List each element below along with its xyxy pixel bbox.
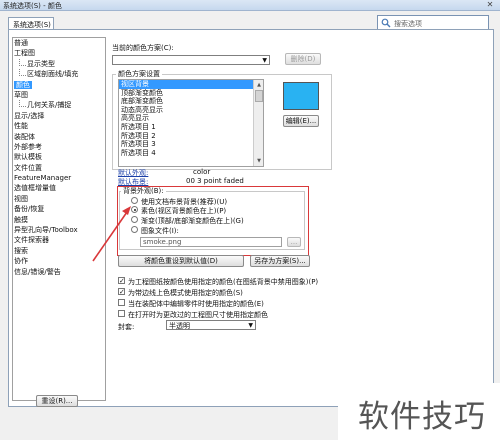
checkbox-changed-dimensions-label: 在打开时为更改过的工程图尺寸使用指定颜色 <box>128 311 268 319</box>
checkbox-changed-dimensions[interactable] <box>118 310 125 317</box>
checkbox-drawing-colors-label: 为工程图纸按颜色使用指定的颜色(在图纸背景中禁用图象)(P) <box>128 278 319 286</box>
chevron-down-icon: ▼ <box>248 322 253 329</box>
watermark: 软件技巧 <box>338 383 500 440</box>
annotation-arrow <box>92 206 131 262</box>
checkbox-assembly-edit[interactable] <box>118 299 125 306</box>
reset-button[interactable]: 重设(R)... <box>36 395 78 407</box>
envelope-select[interactable]: 半透明 ▼ <box>166 320 256 330</box>
checkbox-assembly-edit-label: 当在装配体中编辑零件时使用指定的颜色(E) <box>128 300 264 308</box>
watermark-text: 软件技巧 <box>358 399 486 435</box>
envelope-label: 封套: <box>118 323 135 331</box>
envelope-value: 半透明 <box>169 322 190 330</box>
reset-colors-button[interactable]: 将颜色重设到默认值(D) <box>118 255 244 267</box>
checkbox-shaded-edges-label: 为带边线上色模式使用指定的颜色(S) <box>128 289 243 297</box>
save-scheme-button[interactable]: 另存为方案(S)... <box>250 255 310 267</box>
checkbox-drawing-colors[interactable]: ✓ <box>118 277 125 285</box>
checkbox-shaded-edges[interactable]: ✓ <box>118 288 125 296</box>
